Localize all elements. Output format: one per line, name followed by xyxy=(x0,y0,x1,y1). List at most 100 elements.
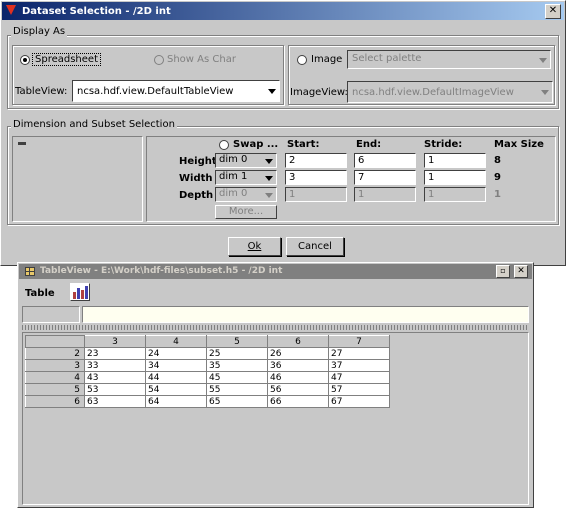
image-label[interactable]: Image xyxy=(311,54,342,65)
table-cell[interactable]: 57 xyxy=(328,383,390,396)
width-max-size: 9 xyxy=(494,172,501,183)
ok-button-label: Ok xyxy=(247,241,262,252)
table-row: 4 43 44 45 46 47 xyxy=(25,371,390,384)
height-end-field[interactable]: 6 xyxy=(354,153,416,168)
show-as-char-radio[interactable] xyxy=(154,55,164,65)
table-row: 5 53 54 55 56 57 xyxy=(25,383,390,396)
table-cell[interactable]: 37 xyxy=(328,359,390,372)
table-cell[interactable]: 63 xyxy=(84,395,146,408)
show-as-char-label: Show As Char xyxy=(167,54,236,65)
height-label: Height xyxy=(179,156,217,167)
dataset-selection-dialog: Dataset Selection - /2D int ✕ Display As… xyxy=(0,0,566,266)
splitter-handle[interactable] xyxy=(22,325,529,330)
height-start-field[interactable]: 2 xyxy=(285,153,347,168)
preview-marker xyxy=(18,142,26,145)
column-header[interactable]: 5 xyxy=(206,335,268,348)
stride-header: Stride: xyxy=(424,139,463,150)
tableview-select-value: ncsa.hdf.view.DefaultTableView xyxy=(77,86,234,97)
depth-end-field[interactable]: 1 xyxy=(354,187,416,202)
close-icon[interactable]: ✕ xyxy=(545,4,561,19)
spreadsheet-label[interactable]: Spreadsheet xyxy=(32,53,101,66)
swap-radio[interactable] xyxy=(219,140,229,150)
table-cell[interactable]: 66 xyxy=(267,395,329,408)
spreadsheet-radio[interactable] xyxy=(20,55,30,65)
table-cell[interactable]: 53 xyxy=(84,383,146,396)
table-cell[interactable]: 45 xyxy=(206,371,268,384)
table-row: 2 23 24 25 26 27 xyxy=(25,347,390,360)
table-menu[interactable]: Table xyxy=(25,288,55,299)
table-cell[interactable]: 54 xyxy=(145,383,207,396)
table-cell[interactable]: 33 xyxy=(84,359,146,372)
cancel-button-label: Cancel xyxy=(298,241,332,252)
subset-group-label: Dimension and Subset Selection xyxy=(11,119,177,130)
table-corner xyxy=(25,335,85,348)
width-end-field[interactable]: 7 xyxy=(354,170,416,185)
table-cell[interactable]: 36 xyxy=(267,359,329,372)
table-cell[interactable]: 65 xyxy=(206,395,268,408)
chevron-down-icon xyxy=(541,90,549,95)
chart-icon[interactable] xyxy=(70,283,90,301)
table-cell[interactable]: 34 xyxy=(145,359,207,372)
depth-dim-select[interactable]: dim 0 xyxy=(215,187,277,202)
width-dim-select[interactable]: dim 1 xyxy=(215,170,277,185)
chevron-down-icon xyxy=(265,158,273,164)
table-cell[interactable]: 47 xyxy=(328,371,390,384)
table-row: 3 33 34 35 36 37 xyxy=(25,359,390,372)
table-row: 6 63 64 65 66 67 xyxy=(25,395,390,408)
height-stride-field[interactable]: 1 xyxy=(424,153,486,168)
dialog-title-bar[interactable]: Dataset Selection - /2D int ✕ xyxy=(2,2,564,20)
row-header[interactable]: 2 xyxy=(25,347,85,360)
close-icon[interactable]: ✕ xyxy=(514,265,528,278)
depth-start-field[interactable]: 1 xyxy=(285,187,347,202)
table-cell[interactable]: 24 xyxy=(145,347,207,360)
row-header[interactable]: 5 xyxy=(25,383,85,396)
width-label: Width xyxy=(179,173,213,184)
tableview-title: TableView - E:\Work\hdf-files\subset.h5 … xyxy=(40,266,283,276)
height-dim-select[interactable]: dim 0 xyxy=(215,153,277,168)
row-header[interactable]: 6 xyxy=(25,395,85,408)
tableview-label: TableView: xyxy=(15,86,68,97)
table-cell[interactable]: 67 xyxy=(328,395,390,408)
column-header[interactable]: 6 xyxy=(267,335,329,348)
table-icon xyxy=(25,267,35,276)
table-cell[interactable]: 25 xyxy=(206,347,268,360)
subset-preview-panel xyxy=(12,136,143,222)
start-header: Start: xyxy=(287,139,320,150)
chevron-down-icon xyxy=(539,57,547,63)
table-cell[interactable]: 26 xyxy=(267,347,329,360)
table-cell[interactable]: 44 xyxy=(145,371,207,384)
table-cell[interactable]: 46 xyxy=(267,371,329,384)
table-cell[interactable]: 35 xyxy=(206,359,268,372)
table-cell[interactable]: 56 xyxy=(267,383,329,396)
cancel-button[interactable]: Cancel xyxy=(286,237,344,256)
table-viewport: 3 4 5 6 7 2 23 24 25 26 27 3 33 34 35 36… xyxy=(22,332,529,505)
ok-button[interactable]: Ok xyxy=(228,237,281,256)
chevron-down-icon xyxy=(265,175,273,181)
palette-select[interactable]: Select palette xyxy=(347,50,551,69)
depth-stride-field[interactable]: 1 xyxy=(424,187,486,202)
tableview-select[interactable]: ncsa.hdf.view.DefaultTableView xyxy=(72,80,280,102)
width-stride-field[interactable]: 1 xyxy=(424,170,486,185)
height-dim-value: dim 0 xyxy=(219,154,248,165)
image-radio[interactable] xyxy=(297,55,307,65)
imageview-select[interactable]: ncsa.hdf.view.DefaultImageView xyxy=(347,81,553,103)
column-header[interactable]: 4 xyxy=(145,335,207,348)
row-header[interactable]: 4 xyxy=(25,371,85,384)
table-cell[interactable]: 55 xyxy=(206,383,268,396)
data-table: 3 4 5 6 7 2 23 24 25 26 27 3 33 34 35 36… xyxy=(25,335,390,408)
width-start-field[interactable]: 3 xyxy=(285,170,347,185)
table-cell[interactable]: 43 xyxy=(84,371,146,384)
tableview-title-bar[interactable]: TableView - E:\Work\hdf-files\subset.h5 … xyxy=(19,264,532,279)
dialog-title: Dataset Selection - /2D int xyxy=(22,6,171,17)
cell-value-field[interactable] xyxy=(82,306,529,323)
column-header[interactable]: 7 xyxy=(328,335,390,348)
table-cell[interactable]: 27 xyxy=(328,347,390,360)
column-header[interactable]: 3 xyxy=(84,335,146,348)
row-header[interactable]: 3 xyxy=(25,359,85,372)
table-cell[interactable]: 64 xyxy=(145,395,207,408)
cell-address-field[interactable] xyxy=(22,306,80,323)
table-cell[interactable]: 23 xyxy=(84,347,146,360)
more-button[interactable]: More... xyxy=(215,205,277,219)
table-header-row: 3 4 5 6 7 xyxy=(25,335,390,348)
restore-icon[interactable]: ▫ xyxy=(496,265,510,278)
